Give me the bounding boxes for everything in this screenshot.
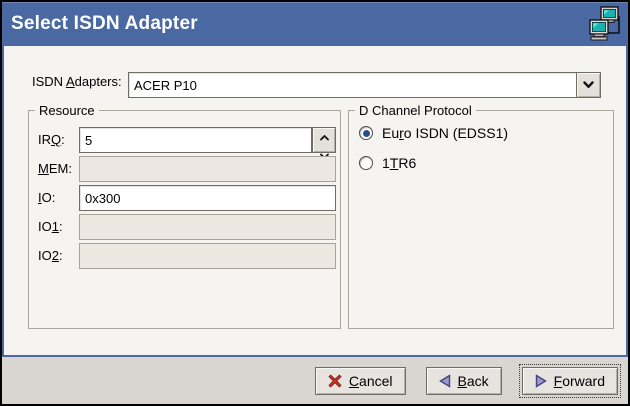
d-channel-protocol-groupbox: D Channel Protocol Euro ISDN (EDSS1) 1TR…	[348, 110, 614, 329]
back-button-label: Back	[458, 373, 489, 389]
arrow-right-icon	[535, 374, 547, 388]
irq-label: IRQ:	[38, 132, 65, 147]
io-label: IO:	[38, 190, 55, 205]
d-channel-protocol-title: D Channel Protocol	[355, 103, 476, 118]
spin-up-button[interactable]	[313, 128, 335, 146]
dialog-title: Select ISDN Adapter	[11, 13, 198, 35]
back-button[interactable]: Back	[426, 367, 502, 395]
irq-row: IRQ:	[29, 127, 340, 153]
io2-input	[79, 243, 336, 269]
radio-option-1tr6[interactable]: 1TR6	[359, 155, 416, 171]
forward-button-label: Forward	[554, 373, 605, 389]
io2-row: IO2:	[29, 243, 340, 269]
arrow-left-icon	[439, 374, 451, 388]
mem-input	[79, 156, 336, 182]
io-input[interactable]	[79, 185, 336, 211]
forward-button[interactable]: Forward	[522, 367, 618, 395]
networked-computers-icon	[586, 5, 622, 43]
mem-label: MEM:	[38, 161, 72, 176]
radio-button-icon[interactable]	[359, 126, 373, 140]
isdn-adapters-label: ISDN Adapters:	[32, 74, 122, 89]
dialog-content: ISDN Adapters: Resource IRQ: MEM:	[2, 46, 628, 357]
titlebar: Select ISDN Adapter	[2, 2, 628, 46]
resource-groupbox: Resource IRQ: MEM: IO: IO1:	[28, 110, 341, 329]
io-row: IO:	[29, 185, 340, 211]
cancel-button[interactable]: Cancel	[315, 367, 406, 395]
radio-button-icon[interactable]	[359, 156, 373, 170]
euro-isdn-label: Euro ISDN (EDSS1)	[382, 125, 508, 141]
io1-input	[79, 214, 336, 240]
isdn-adapter-combobox[interactable]	[128, 72, 601, 98]
dialog-window: Select ISDN Adapter	[0, 0, 630, 406]
resource-group-title: Resource	[35, 103, 99, 118]
io1-label: IO1:	[38, 219, 63, 234]
cancel-x-icon	[328, 374, 342, 388]
chevron-up-icon	[320, 128, 329, 146]
io2-label: IO2:	[38, 248, 63, 263]
isdn-adapter-combo-entry[interactable]	[128, 72, 577, 98]
io1-row: IO1:	[29, 214, 340, 240]
button-bar: Cancel Back Forward	[2, 357, 628, 404]
irq-spinbox-input[interactable]	[79, 127, 312, 153]
radio-option-euro-isdn[interactable]: Euro ISDN (EDSS1)	[359, 125, 508, 141]
cancel-button-label: Cancel	[349, 373, 393, 389]
irq-spin-buttons[interactable]	[312, 127, 336, 153]
combo-dropdown-button[interactable]	[577, 72, 601, 98]
mem-row: MEM:	[29, 156, 340, 182]
1tr6-label: 1TR6	[382, 155, 416, 171]
chevron-down-icon	[583, 76, 594, 94]
